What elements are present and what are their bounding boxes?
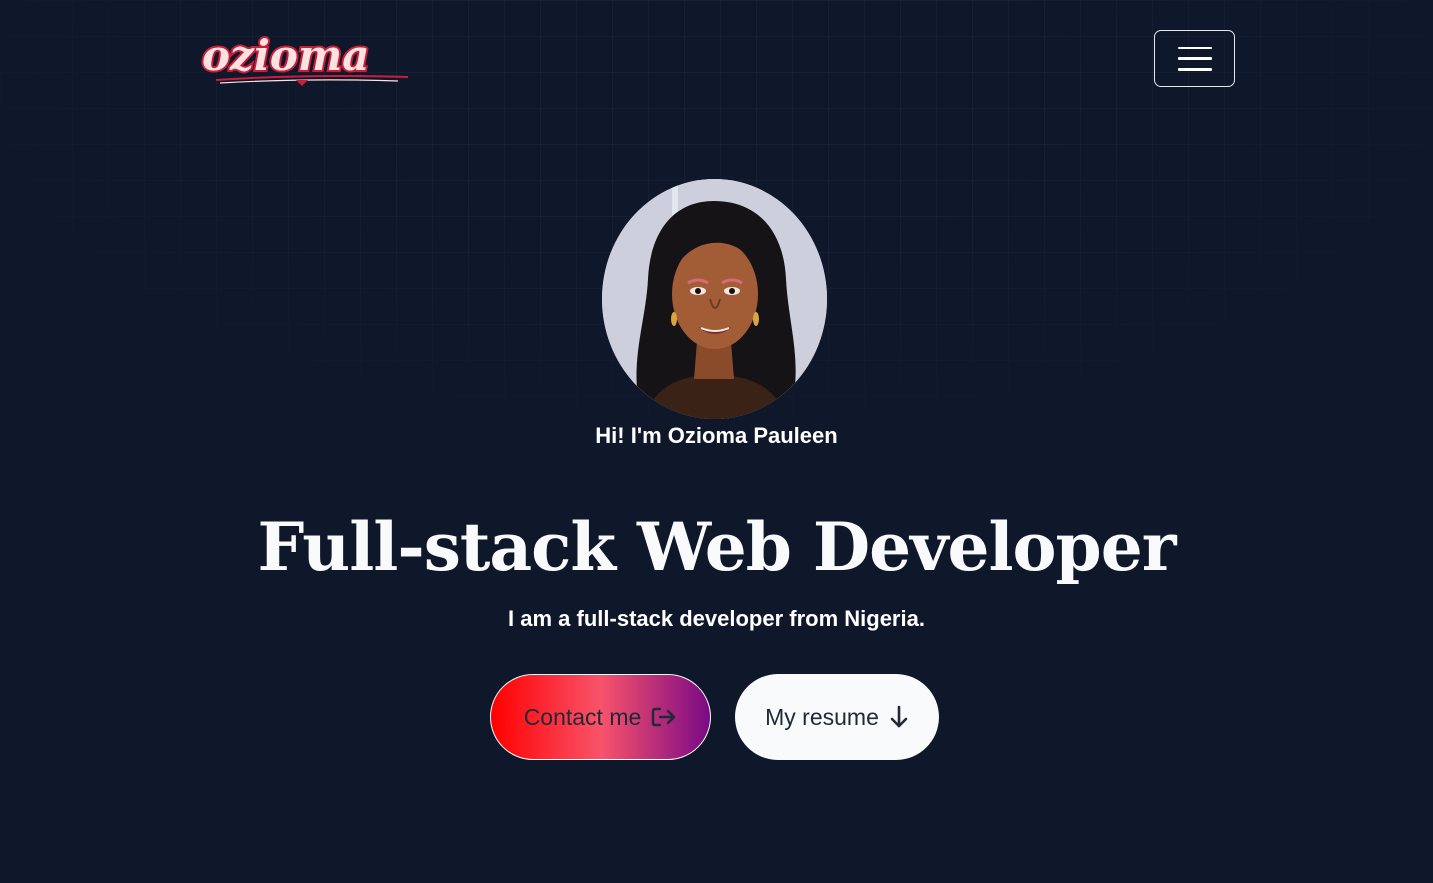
sign-out-arrow-icon	[651, 706, 677, 728]
hamburger-icon	[1177, 46, 1212, 71]
tagline: I am a full-stack developer from Nigeria…	[508, 606, 925, 631]
my-resume-button[interactable]: My resume	[735, 674, 939, 760]
site-logo[interactable]: ozioma ozioma	[198, 30, 413, 90]
contact-me-label: Contact me	[523, 703, 642, 730]
page-title: Full-stack Web Developer	[257, 508, 1177, 586]
avatar	[602, 179, 827, 419]
menu-toggle-button[interactable]	[1154, 30, 1235, 87]
arrow-down-icon	[889, 705, 909, 729]
contact-me-button[interactable]: Contact me	[490, 674, 711, 760]
my-resume-label: My resume	[765, 703, 879, 730]
greeting-text: Hi! I'm Ozioma Pauleen	[595, 423, 838, 448]
logo-text: ozioma	[202, 31, 370, 80]
page: ozioma ozioma Hi! I'm Ozioma Pauleen Ful…	[0, 0, 1433, 883]
